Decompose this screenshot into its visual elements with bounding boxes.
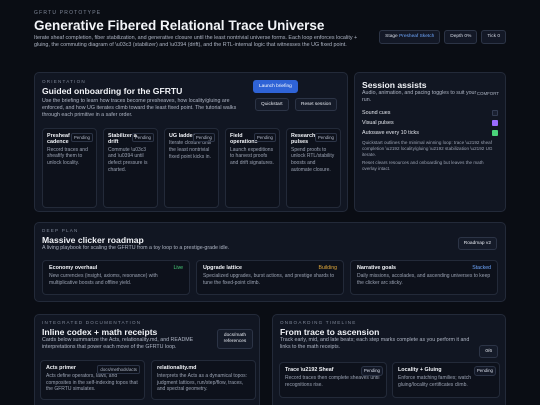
status-badge: Live — [173, 265, 183, 271]
page-header: GFRTU PROTOTYPE Generative Fibered Relat… — [34, 10, 364, 49]
page-title: Generative Fibered Relational Trace Univ… — [34, 18, 325, 33]
timeline-desc: Track early, mid, and late beats; each s… — [280, 337, 470, 350]
status-badge: Pending — [314, 133, 337, 142]
reset-session-button[interactable]: Reset session — [295, 98, 338, 111]
assists-desc: Audio, animation, and pacing toggles to … — [362, 90, 477, 103]
roadmap-item-desc: New currencies (insight, axioms, resonan… — [49, 273, 158, 286]
timeline-progress-badge: 0/6 — [479, 345, 498, 358]
session-assists-card: Session assists Audio, animation, and pa… — [354, 72, 506, 212]
assists-title: Session assists — [362, 80, 427, 90]
tile-desc: Spend proofs to unlock RTL/stability boo… — [291, 146, 335, 173]
stage-pill: Stage Presheaf Sketch — [379, 30, 441, 44]
doc-acts-primer[interactable]: Acts primer docs/methods/acts Acts defin… — [40, 360, 145, 400]
timeline-item-desc: Enforce matching families; watch gluing/… — [398, 375, 472, 388]
status-badge: Pending — [360, 366, 383, 376]
tile-stabilizer[interactable]: Stabilizer & drift Pending Commute \u03c… — [103, 128, 158, 208]
docs-references-tag[interactable]: docs/math references — [217, 329, 253, 349]
tile-field-ops[interactable]: Field operations Pending Launch expediti… — [225, 128, 280, 208]
tile-presheaf[interactable]: Presheaf cadence Pending Record traces a… — [42, 128, 97, 208]
page-eyebrow: GFRTU PROTOTYPE — [34, 10, 102, 16]
docs-desc: Cards below summarize the Acts, relation… — [42, 337, 194, 350]
sound-cues-checkbox[interactable] — [492, 110, 498, 116]
status-badge: Stacked — [472, 265, 491, 271]
timeline-eyebrow: ONBOARDING TIMELINE — [280, 320, 357, 325]
tile-desc: Commute \u03c3 and \u0394 until defect p… — [108, 146, 148, 173]
visual-pulses-label: Visual pulses — [362, 120, 394, 126]
timeline-item-desc: Record traces then complete sheaves unti… — [285, 375, 380, 388]
timeline-title: From trace to ascension — [280, 327, 380, 337]
status-badge: Pending — [253, 133, 276, 142]
visual-pulses-row[interactable]: Visual pulses — [362, 120, 498, 126]
roadmap-eyebrow: DEEP PLAN — [42, 228, 79, 233]
roadmap-item-title: Upgrade lattice — [203, 265, 242, 271]
roadmap-desc: A living playbook for scaling the GFRTU … — [42, 245, 230, 251]
roadmap-item-desc: Daily missions, accolades, and ascending… — [357, 273, 491, 286]
tile-desc: Iterate closure until the least nontrivi… — [169, 140, 212, 160]
status-badge: Pending — [131, 133, 154, 142]
doc-title: relationality.md — [157, 365, 197, 371]
roadmap-item-desc: Specialized upgrades, burst actions, and… — [203, 273, 335, 286]
autosave-label: Autosave every 10 ticks — [362, 130, 419, 136]
launch-briefing-button[interactable]: Launch briefing — [253, 80, 298, 93]
docs-title: Inline codex + math receipts — [42, 327, 158, 337]
doc-desc: Interprets the Acts as a dynamical topos… — [157, 373, 248, 393]
doc-tag: docs/methods/acts — [97, 365, 140, 374]
status-pills: Stage Presheaf Sketch Depth 0% Tick 0 — [379, 30, 506, 44]
roadmap-title: Massive clicker roadmap — [42, 235, 144, 245]
roadmap-version-badge: Roadmap v2 — [457, 237, 497, 250]
tile-ug-ladder[interactable]: UG ladder Pending Iterate closure until … — [164, 128, 219, 208]
doc-relationality[interactable]: relationality.md Interprets the Acts as … — [151, 360, 256, 400]
status-badge: Pending — [70, 133, 93, 142]
status-badge: Pending — [473, 366, 496, 376]
sound-cues-row[interactable]: Sound cues — [362, 110, 498, 116]
tile-desc: Launch expeditions to harvest proofs and… — [230, 146, 274, 166]
tile-desc: Record traces and sheafify them to unloc… — [47, 146, 88, 166]
roadmap-upgrades: Upgrade lattice Building Specialized upg… — [196, 260, 344, 295]
timeline-trace-sheaf[interactable]: Trace \u2192 Sheaf Pending Record traces… — [279, 362, 387, 398]
orientation-title: Guided onboarding for the GFRTU — [42, 86, 183, 96]
autosave-row[interactable]: Autosave every 10 ticks — [362, 130, 498, 136]
sound-cues-label: Sound cues — [362, 110, 391, 116]
roadmap-item-title: Narrative goals — [357, 265, 396, 271]
tick-pill: Tick 0 — [481, 30, 506, 44]
page-description: Iterate sheaf completion, fiber stabiliz… — [34, 35, 358, 49]
tile-research[interactable]: Research pulses Pending Spend proofs to … — [286, 128, 341, 208]
quickstart-button[interactable]: Quickstart — [255, 98, 289, 111]
visual-pulses-checkbox[interactable] — [492, 120, 498, 126]
status-badge: Building — [318, 265, 337, 271]
orientation-desc: Use the briefing to learn how traces bec… — [42, 98, 237, 118]
orientation-eyebrow: ORIENTATION — [42, 79, 86, 84]
docs-eyebrow: INTEGRATED DOCUMENTATION — [42, 320, 142, 325]
status-badge: Pending — [192, 133, 215, 142]
roadmap-narrative: Narrative goals Stacked Daily missions, … — [350, 260, 498, 295]
doc-desc: Acts define operators, laws, and composi… — [46, 373, 138, 393]
assists-mode: COMFORT — [476, 91, 499, 96]
roadmap-item-title: Economy overhaul — [49, 265, 98, 271]
depth-pill: Depth 0% — [444, 30, 478, 44]
autosave-checkbox[interactable] — [492, 130, 498, 136]
assists-note: Quickstart outlines the minimal winning … — [362, 140, 493, 157]
assists-note2: Reset clears resources and onboarding bu… — [362, 160, 484, 171]
roadmap-economy: Economy overhaul Live New currencies (in… — [42, 260, 190, 295]
timeline-locality-gluing[interactable]: Locality + Gluing Pending Enforce matchi… — [392, 362, 500, 398]
